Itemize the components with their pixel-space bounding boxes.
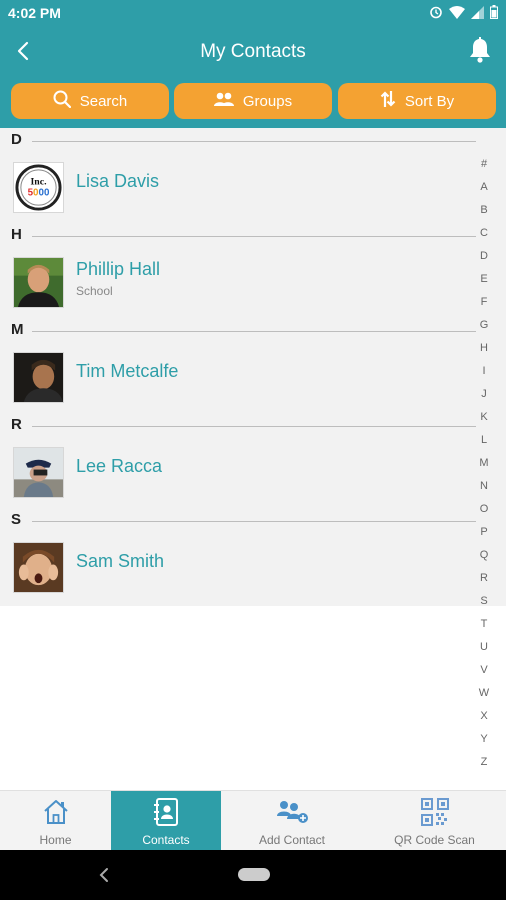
index-letter[interactable]: D — [476, 245, 492, 268]
contact-name: Lisa Davis — [76, 171, 160, 191]
alarm-icon — [429, 5, 443, 19]
contact-name: Sam Smith — [76, 551, 165, 571]
add-contact-icon — [275, 797, 309, 827]
action-bar: Search Groups Sort By — [0, 78, 506, 128]
section-header-d: D — [0, 131, 476, 151]
section-letter: M — [11, 321, 24, 338]
index-letter[interactable]: R — [476, 567, 492, 590]
avatar — [13, 352, 64, 403]
section-header-r: R — [0, 416, 476, 436]
sort-icon — [380, 90, 396, 112]
search-button[interactable]: Search — [11, 83, 169, 119]
sort-by-button[interactable]: Sort By — [338, 83, 496, 119]
contact-row-lisa-davis[interactable]: Inc. 5000 Lisa Davis — [0, 157, 470, 217]
nav-add-contact[interactable]: Add Contact — [221, 791, 363, 851]
avatar: Inc. 5000 — [13, 162, 64, 213]
index-letter[interactable]: B — [476, 199, 492, 222]
alphabet-index[interactable]: # A B C D E F G H I J K L M N O P Q R S … — [476, 153, 492, 774]
nav-label: Home — [39, 833, 72, 847]
status-bar: 4:02 PM — [0, 0, 506, 28]
section-divider — [32, 236, 476, 237]
section-divider — [32, 521, 476, 522]
contact-row-phillip-hall[interactable]: Phillip Hall School — [0, 252, 470, 312]
page-title: My Contacts — [200, 41, 306, 62]
battery-icon — [490, 5, 498, 19]
contact-name: Lee Racca — [76, 456, 163, 476]
index-letter[interactable]: W — [476, 682, 492, 705]
index-letter[interactable]: P — [476, 521, 492, 544]
app-header: My Contacts — [0, 28, 506, 78]
index-letter[interactable]: C — [476, 222, 492, 245]
index-letter[interactable]: U — [476, 636, 492, 659]
contact-name: Phillip Hall — [76, 259, 161, 279]
section-header-m: M — [0, 321, 476, 341]
index-letter[interactable]: T — [476, 613, 492, 636]
index-letter[interactable]: K — [476, 406, 492, 429]
index-letter[interactable]: H — [476, 337, 492, 360]
nav-label: QR Code Scan — [394, 833, 475, 847]
status-time: 4:02 PM — [8, 5, 61, 21]
index-letter[interactable]: O — [476, 498, 492, 521]
bell-icon — [468, 36, 492, 68]
contact-row-sam-smith[interactable]: Sam Smith — [0, 537, 470, 597]
contact-name: Tim Metcalfe — [76, 361, 179, 381]
section-letter: D — [11, 131, 22, 148]
wifi-icon — [449, 5, 465, 19]
status-icons — [429, 5, 498, 19]
section-header-s: S — [0, 511, 476, 531]
nav-label: Contacts — [142, 833, 190, 847]
nav-qr-code-scan[interactable]: QR Code Scan — [363, 791, 506, 851]
index-letter[interactable]: Q — [476, 544, 492, 567]
notifications-button[interactable] — [466, 36, 494, 68]
system-back-icon[interactable] — [95, 866, 113, 884]
search-button-label: Search — [79, 92, 128, 110]
index-letter[interactable]: X — [476, 705, 492, 728]
avatar — [13, 542, 64, 593]
contact-row-tim-metcalfe[interactable]: Tim Metcalfe — [0, 347, 470, 407]
section-letter: H — [11, 226, 22, 243]
section-divider — [32, 141, 476, 142]
index-letter[interactable]: G — [476, 314, 492, 337]
signal-icon — [471, 5, 484, 19]
system-home-button[interactable] — [238, 868, 270, 881]
index-letter[interactable]: S — [476, 590, 492, 613]
section-letter: R — [11, 416, 22, 433]
svg-text:Inc.: Inc. — [30, 177, 47, 188]
index-letter[interactable]: # — [476, 153, 492, 176]
nav-contacts[interactable]: Contacts — [111, 791, 221, 851]
section-letter: S — [11, 511, 22, 528]
index-letter[interactable]: E — [476, 268, 492, 291]
groups-button-label: Groups — [242, 92, 293, 110]
groups-icon — [213, 92, 234, 110]
contact-row-lee-racca[interactable]: Lee Racca — [0, 442, 470, 502]
index-letter[interactable]: I — [476, 360, 492, 383]
index-letter[interactable]: L — [476, 429, 492, 452]
index-letter[interactable]: M — [476, 452, 492, 475]
qr-code-icon — [420, 797, 449, 827]
svg-text:5000: 5000 — [28, 187, 50, 198]
index-letter[interactable]: Y — [476, 728, 492, 751]
system-navigation-bar — [0, 850, 506, 900]
section-divider — [32, 331, 476, 332]
index-letter[interactable]: N — [476, 475, 492, 498]
index-letter[interactable]: F — [476, 291, 492, 314]
avatar — [13, 257, 64, 308]
index-letter[interactable]: J — [476, 383, 492, 406]
index-letter[interactable]: A — [476, 176, 492, 199]
index-letter[interactable]: V — [476, 659, 492, 682]
bottom-navigation: Home Contacts Add Contact QR Code Scan — [0, 790, 506, 851]
contacts-icon — [153, 797, 179, 827]
contact-list: D Inc. 5000 Lisa Davis H Phillip Hall Sc… — [0, 128, 506, 606]
home-icon — [42, 797, 70, 827]
index-letter[interactable]: Z — [476, 751, 492, 774]
contact-subtitle: School — [76, 284, 113, 298]
nav-label: Add Contact — [258, 833, 326, 847]
section-header-h: H — [0, 226, 476, 246]
search-icon — [53, 90, 71, 112]
section-divider — [32, 426, 476, 427]
avatar — [13, 447, 64, 498]
nav-home[interactable]: Home — [0, 791, 111, 851]
sort-by-button-label: Sort By — [404, 92, 455, 110]
groups-button[interactable]: Groups — [174, 83, 332, 119]
